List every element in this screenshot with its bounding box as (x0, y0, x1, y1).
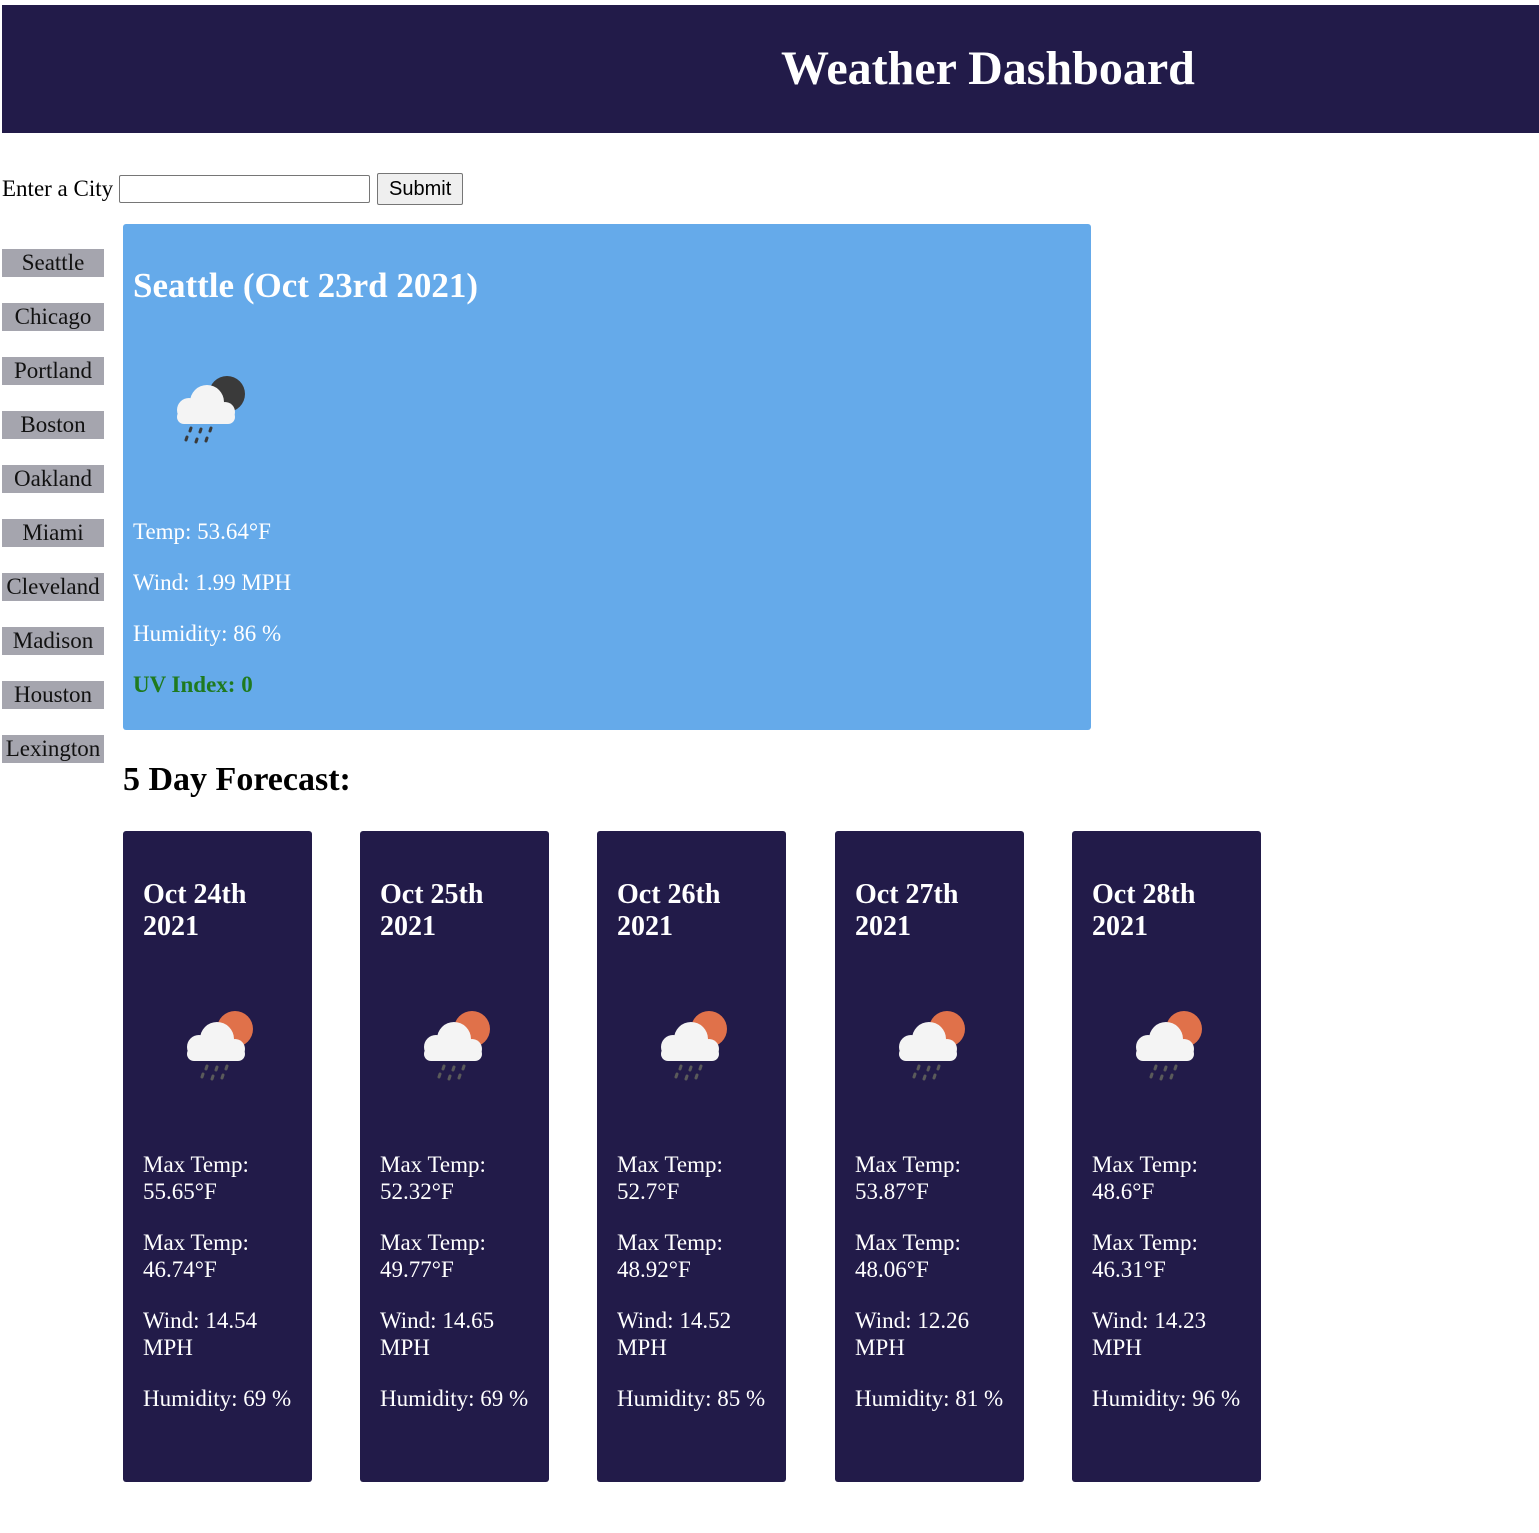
rain-cloud-sun-icon (661, 1011, 727, 1081)
forecast-heading: 5 Day Forecast: (123, 761, 351, 798)
history-button-cleveland[interactable]: Cleveland (2, 573, 104, 601)
current-humidity: Humidity: 86 % (133, 621, 282, 646)
forecast-max-temp: Max Temp: 52.7°F (617, 1152, 723, 1204)
forecast-card: Oct 28th 2021 Max Temp: 48.6°F Max Temp:… (1072, 831, 1261, 1482)
search-form: Enter a City Submit (2, 172, 464, 206)
forecast-date: Oct 28th 2021 (1092, 879, 1196, 942)
forecast-humidity: Humidity: 96 % (1092, 1386, 1241, 1411)
history-button-miami[interactable]: Miami (2, 519, 104, 547)
rain-cloud-sun-icon (187, 1011, 253, 1081)
forecast-card: Oct 27th 2021 Max Temp: 53.87°F Max Temp… (835, 831, 1024, 1482)
forecast-date: Oct 27th 2021 (855, 879, 959, 942)
forecast-humidity: Humidity: 81 % (855, 1386, 1004, 1411)
forecast-min-temp: Max Temp: 46.31°F (1092, 1230, 1198, 1282)
forecast-humidity: Humidity: 69 % (143, 1386, 292, 1411)
forecast-wind: Wind: 14.23 MPH (1092, 1308, 1207, 1360)
history-button-lexington[interactable]: Lexington (2, 735, 104, 763)
search-label: Enter a City (2, 176, 114, 201)
forecast-max-temp: Max Temp: 55.65°F (143, 1152, 249, 1204)
history-button-chicago[interactable]: Chicago (2, 303, 104, 331)
forecast-max-temp: Max Temp: 48.6°F (1092, 1152, 1198, 1204)
forecast-date: Oct 24th 2021 (143, 879, 247, 942)
forecast-wind: Wind: 12.26 MPH (855, 1308, 970, 1360)
current-weather-panel: Seattle (Oct 23rd 2021) Temp: 53.64°F Wi… (123, 224, 1091, 730)
forecast-date: Oct 25th 2021 (380, 879, 484, 942)
history-button-houston[interactable]: Houston (2, 681, 104, 709)
forecast-max-temp: Max Temp: 52.32°F (380, 1152, 486, 1204)
forecast-max-temp: Max Temp: 53.87°F (855, 1152, 961, 1204)
forecast-wind: Wind: 14.54 MPH (143, 1308, 258, 1360)
history-button-boston[interactable]: Boston (2, 411, 104, 439)
forecast-humidity: Humidity: 85 % (617, 1386, 766, 1411)
forecast-card: Oct 26th 2021 Max Temp: 52.7°F Max Temp:… (597, 831, 786, 1482)
forecast-wind: Wind: 14.65 MPH (380, 1308, 495, 1360)
forecast-min-temp: Max Temp: 46.74°F (143, 1230, 249, 1282)
search-history: Seattle Chicago Portland Boston Oakland … (2, 249, 104, 789)
current-uv-index: UV Index: 0 (133, 672, 253, 697)
current-temp: Temp: 53.64°F (133, 519, 271, 544)
city-search-input[interactable] (119, 175, 371, 203)
forecast-min-temp: Max Temp: 49.77°F (380, 1230, 486, 1282)
forecast-date: Oct 26th 2021 (617, 879, 721, 942)
rain-cloud-night-icon (177, 376, 245, 444)
page-header: Weather Dashboard (2, 5, 1539, 133)
forecast-min-temp: Max Temp: 48.06°F (855, 1230, 961, 1282)
current-city-title: Seattle (Oct 23rd 2021) (133, 266, 479, 305)
forecast-min-temp: Max Temp: 48.92°F (617, 1230, 723, 1282)
history-button-oakland[interactable]: Oakland (2, 465, 104, 493)
forecast-card: Oct 25th 2021 Max Temp: 52.32°F Max Temp… (360, 831, 549, 1482)
forecast-card: Oct 24th 2021 Max Temp: 55.65°F Max Temp… (123, 831, 312, 1482)
history-button-portland[interactable]: Portland (2, 357, 104, 385)
rain-cloud-sun-icon (1136, 1011, 1202, 1081)
history-button-seattle[interactable]: Seattle (2, 249, 104, 277)
history-button-madison[interactable]: Madison (2, 627, 104, 655)
page-title: Weather Dashboard (781, 42, 1195, 95)
forecast-humidity: Humidity: 69 % (380, 1386, 529, 1411)
current-wind: Wind: 1.99 MPH (133, 570, 292, 595)
forecast-wind: Wind: 14.52 MPH (617, 1308, 732, 1360)
rain-cloud-sun-icon (899, 1011, 965, 1081)
rain-cloud-sun-icon (424, 1011, 490, 1081)
submit-button[interactable]: Submit (377, 173, 464, 205)
